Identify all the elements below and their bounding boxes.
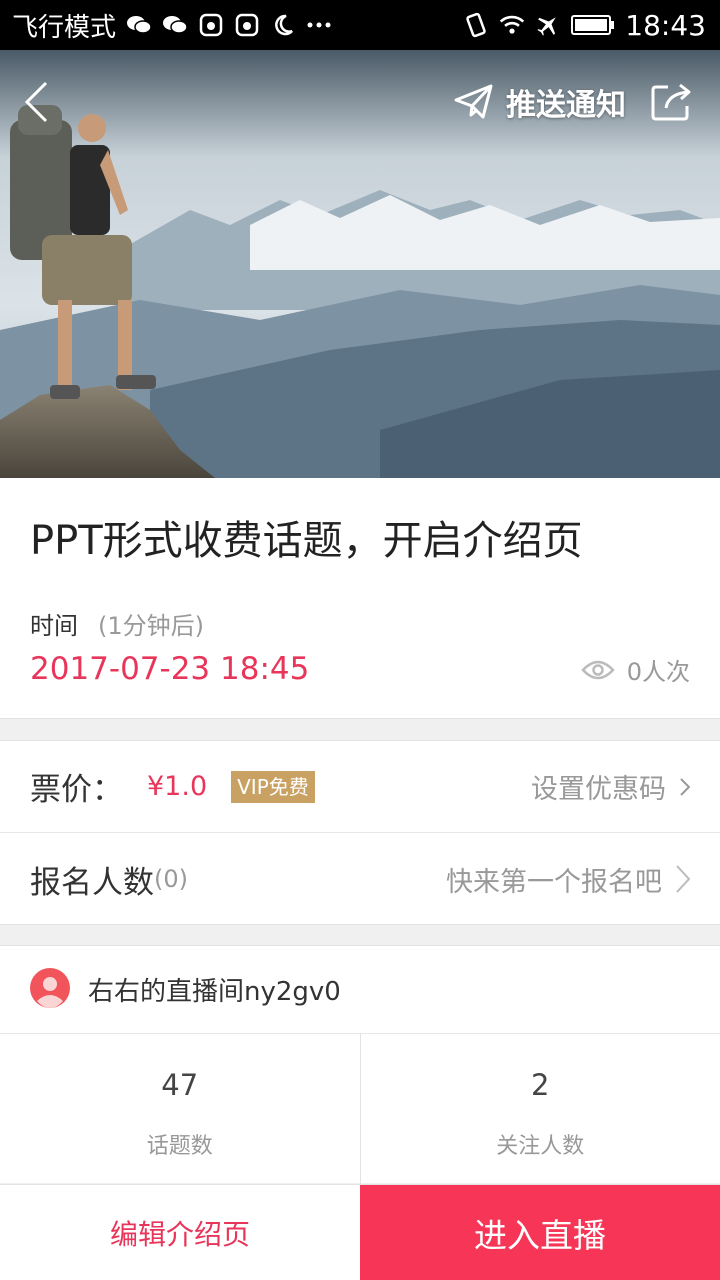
time-relative: (1分钟后): [98, 612, 204, 640]
signup-prompt-text: 快来第一个报名吧: [446, 866, 662, 898]
ticket-price: ¥1.0: [147, 771, 208, 802]
vip-free-badge: VIP免费: [231, 770, 315, 803]
chevron-left-icon: [24, 81, 48, 123]
chevron-right-icon: [680, 777, 690, 796]
status-left: 飞行模式: [12, 7, 332, 44]
user-avatar-icon: [30, 967, 70, 1008]
push-notification-label: 推送通知: [506, 88, 626, 123]
host-stats: 47 话题数 2 关注人数: [0, 1034, 720, 1184]
signup-count-row[interactable]: 报名人数 (0) 快来第一个报名吧: [0, 833, 720, 925]
moon-icon: [270, 12, 296, 38]
more-dots-icon: [306, 12, 332, 38]
signup-count: (0): [154, 865, 188, 893]
enter-live-button[interactable]: 进入直播: [360, 1185, 720, 1280]
start-datetime: 2017-07-23 18:45: [30, 651, 310, 687]
ticket-price-row: 票价： ¥1.0 VIP免费 设置优惠码: [0, 741, 720, 833]
signup-prompt: 快来第一个报名吧: [446, 860, 690, 899]
bottom-action-bar: 编辑介绍页 进入直播: [0, 1184, 720, 1280]
stat-value: 2: [531, 1068, 550, 1102]
airplane-mode-text: 飞行模式: [12, 12, 117, 43]
view-count: 0人次: [581, 652, 690, 687]
wechat-icon: [126, 12, 152, 38]
stat-followers: 2 关注人数: [359, 1034, 720, 1184]
stat-topics: 47 话题数: [0, 1034, 360, 1184]
ticket-price-label: 票价：: [30, 772, 123, 808]
airplane-icon: [535, 12, 561, 38]
paper-plane-icon: [454, 84, 493, 119]
status-right: 18:43: [463, 9, 706, 42]
time-label: 时间: [30, 612, 78, 640]
status-bar: 飞行模式 18:43: [0, 0, 720, 50]
header-bar: 推送通知: [0, 50, 720, 154]
wechat-icon: [162, 12, 188, 38]
huawei-icon: [198, 12, 224, 38]
set-coupon-button[interactable]: 设置优惠码: [531, 767, 690, 806]
cover-image: 推送通知: [0, 50, 720, 478]
ticket-card: 票价： ¥1.0 VIP免费 设置优惠码 报名人数 (0) 快来第一个报名吧: [0, 740, 720, 925]
stat-label: 关注人数: [496, 1134, 585, 1159]
view-count-text: 0人次: [626, 658, 690, 686]
edit-intro-button[interactable]: 编辑介绍页: [0, 1185, 360, 1280]
host-name: 右右的直播间ny2gv0: [88, 977, 341, 1007]
share-icon: [651, 83, 691, 121]
set-coupon-label: 设置优惠码: [531, 774, 666, 805]
wifi-icon: [499, 12, 525, 38]
signup-count-label: 报名人数: [30, 864, 154, 901]
chevron-right-icon: [676, 865, 690, 893]
huawei-icon: [234, 12, 260, 38]
topic-title: PPT形式收费话题，开启介绍页: [30, 518, 583, 564]
host-card: 右右的直播间ny2gv0 47 话题数 2 关注人数: [0, 945, 720, 1184]
share-button[interactable]: [648, 78, 696, 126]
back-button[interactable]: [24, 72, 72, 132]
header-actions: 推送通知: [454, 78, 696, 126]
battery-icon: [571, 12, 615, 38]
eye-icon: [581, 660, 615, 679]
clock-time: 18:43: [625, 8, 706, 42]
topic-info-card: PPT形式收费话题，开启介绍页 时间 (1分钟后) 2017-07-23 18:…: [0, 478, 720, 719]
stat-value: 47: [161, 1068, 199, 1102]
avatar: [30, 967, 70, 1012]
host-row[interactable]: 右右的直播间ny2gv0: [0, 946, 720, 1034]
stat-label: 话题数: [146, 1134, 213, 1159]
push-notification-button[interactable]: 推送通知: [454, 80, 626, 124]
vibrate-icon: [463, 12, 489, 38]
